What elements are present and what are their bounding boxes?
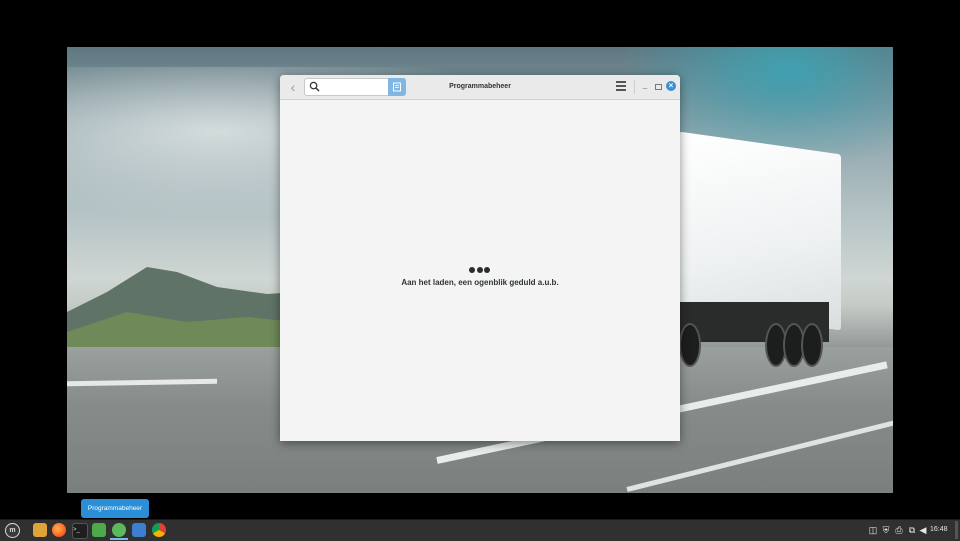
minimize-icon: _ [642,80,648,89]
mint-menu-icon[interactable]: m [5,523,20,538]
loading-message: Aan het laden, een ogenblik geduld a.u.b… [401,278,559,287]
loading-dots-icon [469,260,493,273]
shield-icon[interactable] [92,523,106,537]
wallpaper-truck-wheel [679,323,701,367]
files-icon[interactable] [33,523,47,537]
maximize-button[interactable] [655,84,662,90]
mail-icon[interactable] [132,523,146,537]
hamburger-icon-line [616,85,626,87]
window-content: Aan het laden, een ogenblik geduld a.u.b… [280,100,680,441]
wallpaper-mountains [67,267,297,352]
window-headerbar[interactable]: ‹ Programmabeheer _ × [280,75,680,100]
software-manager-window: ‹ Programmabeheer _ × Aan het laden, een… [280,75,680,441]
search-options-button[interactable] [388,78,406,96]
search-field[interactable] [304,78,390,96]
search-input[interactable] [321,79,385,95]
terminal-icon[interactable]: >_ [72,523,88,539]
show-desktop-button[interactable] [955,521,958,539]
chevron-left-icon: ‹ [290,79,296,95]
taskbar: m >_ ◫ ⛨ ⎙ ⧉ ◀ 16:48 [0,519,960,541]
hamburger-icon-line [616,89,626,91]
hamburger-menu-button[interactable] [616,81,626,91]
taskbar-tooltip: Programmabeheer [81,499,149,518]
wallpaper-truck [679,131,841,331]
software-manager-icon[interactable] [112,523,126,537]
wallpaper-truck-wheel [801,323,823,367]
network-icon[interactable]: ⧉ [907,524,917,536]
hamburger-icon [616,81,626,83]
close-icon: × [668,81,674,90]
headerbar-separator [634,80,635,94]
search-icon [309,81,320,92]
firefox-icon[interactable] [52,523,66,537]
clipboard-icon[interactable]: ◫ [868,524,878,536]
close-button[interactable]: × [666,81,676,91]
window-title: Programmabeheer [449,83,511,90]
clock[interactable]: 16:48 [930,524,948,536]
back-button[interactable]: ‹ [286,79,300,95]
minimize-button[interactable]: _ [641,81,649,91]
shield-tray-icon[interactable]: ⛨ [881,524,891,536]
printer-icon[interactable]: ⎙ [894,524,904,536]
chrome-icon[interactable] [152,523,166,537]
volume-icon[interactable]: ◀ [918,524,928,536]
list-icon [393,82,401,92]
